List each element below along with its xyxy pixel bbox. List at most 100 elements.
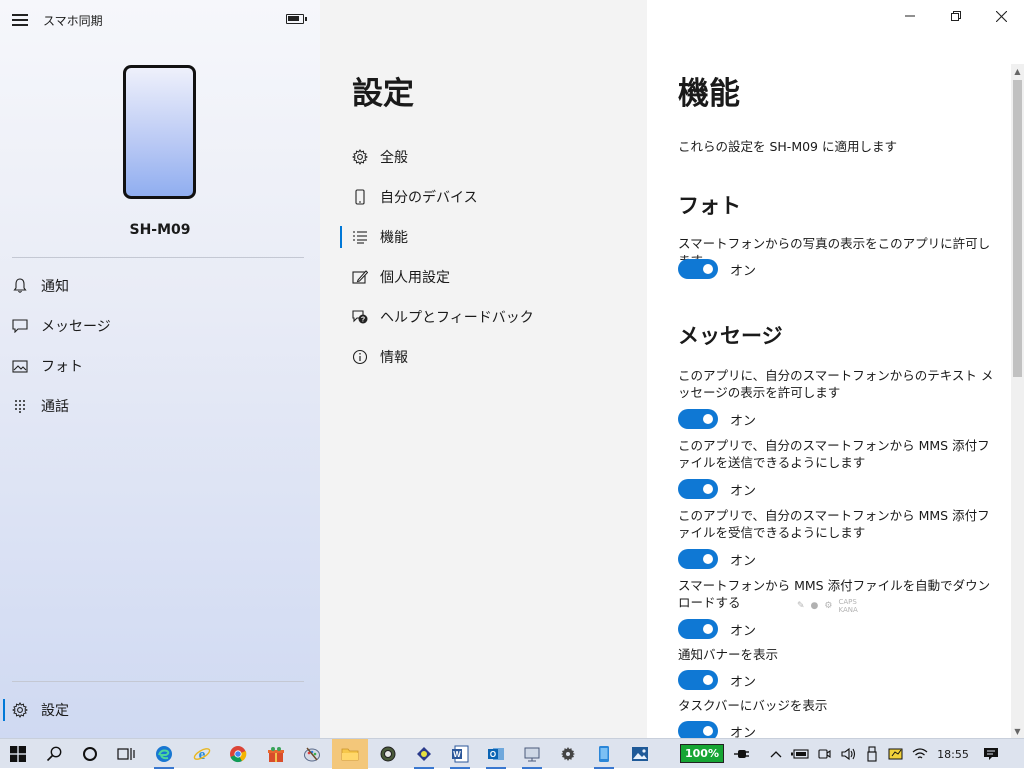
settings-item-label: 機能: [380, 230, 408, 246]
setting-description: タスクバーにバッジを表示: [678, 698, 828, 713]
internet-explorer-icon[interactable]: e: [184, 739, 220, 769]
paint-app-icon[interactable]: [294, 739, 330, 769]
game-app-icon[interactable]: [406, 739, 442, 769]
settings-item-label: 個人用設定: [380, 270, 450, 286]
taskbar-badge-toggle[interactable]: オン: [678, 721, 756, 738]
ime-tool-icon: ⚙: [824, 601, 833, 611]
outlook-icon[interactable]: O: [478, 739, 514, 769]
taskbar: e W O 100% 18:55: [0, 738, 1024, 769]
scroll-thumb[interactable]: [1013, 80, 1022, 377]
ime-toolbar[interactable]: ✎ ● ⚙ CAPS KANA: [797, 596, 931, 616]
info-icon: [351, 348, 369, 366]
features-pane: 機能 これらの設定を SH-M09 に適用します フォト スマートフォンからの写…: [647, 0, 1024, 738]
hamburger-menu-icon[interactable]: [10, 11, 30, 29]
meet-now-icon[interactable]: [812, 739, 836, 769]
notification-banner-toggle[interactable]: オン: [678, 670, 756, 690]
ime-pad-icon: ✎: [797, 601, 805, 611]
photo-toggle[interactable]: オン: [678, 259, 756, 279]
battery-icon[interactable]: [788, 739, 812, 769]
settings-item-my-device[interactable]: 自分のデバイス: [340, 179, 640, 215]
chrome-icon[interactable]: [220, 739, 256, 769]
ime-mode: CAPS KANA: [838, 598, 857, 614]
toggle-switch[interactable]: [678, 479, 718, 499]
nav-item-settings[interactable]: 設定: [0, 691, 320, 729]
setting-description: このアプリに、自分のスマートフォンからのテキスト メッセージの表示を許可します: [678, 368, 994, 400]
taskbar-clock[interactable]: 18:55: [933, 739, 973, 769]
left-pane: スマホ同期 SH-M09 通知 メッセージ フォト 通話 設定: [0, 0, 320, 738]
close-button[interactable]: [978, 0, 1024, 32]
toggle-state: オン: [730, 263, 757, 279]
phone-link-app-icon[interactable]: [586, 739, 622, 769]
vertical-scrollbar[interactable]: ▲ ▼: [1011, 64, 1024, 738]
apply-text: これらの設定を SH-M09 に適用します: [678, 139, 897, 154]
svg-text:?: ?: [361, 317, 365, 324]
settings-item-general[interactable]: 全般: [340, 139, 640, 175]
nav-item-label: 通知: [41, 279, 69, 295]
gear-icon: [351, 148, 369, 166]
scroll-down-arrow-icon[interactable]: ▼: [1011, 724, 1024, 738]
settings-gear-icon[interactable]: [550, 739, 586, 769]
toggle-switch[interactable]: [678, 670, 718, 690]
nav-item-calls[interactable]: 通話: [0, 387, 320, 425]
security-warning-icon[interactable]: [884, 739, 908, 769]
phone-battery-icon: [286, 14, 307, 24]
edge-browser-icon[interactable]: [146, 739, 182, 769]
settings-item-help[interactable]: ? ヘルプとフィードバック: [340, 299, 640, 335]
toggle-switch[interactable]: [678, 549, 718, 569]
chevron-up-icon[interactable]: [766, 739, 786, 769]
action-center-icon[interactable]: [978, 739, 1004, 769]
setting-description: 通知バナーを表示: [678, 647, 779, 662]
settings-pane: 設定 全般 自分のデバイス 機能 個人用設定 ? ヘルプとフィードバック 情報: [320, 0, 647, 738]
word-icon[interactable]: W: [442, 739, 478, 769]
title-bar: スマホ同期: [0, 0, 320, 40]
section-title-photos: フォト: [678, 194, 741, 218]
help-chat-icon: ?: [351, 308, 369, 326]
toggle-state: オン: [730, 413, 757, 429]
photo-icon: [11, 357, 29, 375]
power-plug-icon[interactable]: [728, 739, 756, 769]
search-icon[interactable]: [36, 739, 72, 769]
nav-item-notifications[interactable]: 通知: [0, 267, 320, 305]
divider: [12, 681, 304, 682]
photos-app-icon[interactable]: [622, 739, 658, 769]
toggle-switch[interactable]: [678, 259, 718, 279]
phone-link-window: スマホ同期 SH-M09 通知 メッセージ フォト 通話 設定 設定 全般 自分…: [0, 0, 1024, 738]
mms-auto-download-toggle[interactable]: オン: [678, 619, 756, 639]
settings-item-label: ヘルプとフィードバック: [380, 310, 534, 326]
scroll-up-arrow-icon[interactable]: ▲: [1011, 64, 1024, 78]
toggle-switch[interactable]: [678, 721, 718, 738]
dialpad-icon: [11, 397, 29, 415]
file-explorer-icon[interactable]: [332, 739, 368, 769]
settings-item-personalization[interactable]: 個人用設定: [340, 259, 640, 295]
minimize-button[interactable]: [887, 0, 933, 32]
wifi-icon[interactable]: [908, 739, 932, 769]
restore-button[interactable]: [933, 0, 979, 32]
ime-caps-label: CAPS: [838, 598, 857, 606]
toggle-state: オン: [730, 674, 757, 690]
volume-icon[interactable]: [836, 739, 860, 769]
nav-item-photos[interactable]: フォト: [0, 347, 320, 385]
settings-item-about[interactable]: 情報: [340, 339, 640, 375]
usb-drive-icon[interactable]: [860, 739, 884, 769]
nav-item-messages[interactable]: メッセージ: [0, 307, 320, 345]
setting-description: このアプリで、自分のスマートフォンから MMS 添付ファイルを送信できるようにし…: [678, 438, 990, 470]
camera-app-icon[interactable]: [370, 739, 406, 769]
messages-toggle[interactable]: オン: [678, 409, 756, 429]
setting-description: このアプリで、自分のスマートフォンから MMS 添付ファイルを受信できるようにし…: [678, 508, 990, 540]
mms-receive-toggle[interactable]: オン: [678, 549, 756, 569]
remote-desktop-icon[interactable]: [514, 739, 550, 769]
nav-item-label: フォト: [41, 359, 83, 375]
toggle-switch[interactable]: [678, 409, 718, 429]
settings-item-label: 情報: [380, 350, 408, 366]
settings-item-features[interactable]: 機能: [340, 219, 640, 255]
mms-send-toggle[interactable]: オン: [678, 479, 756, 499]
toggle-switch[interactable]: [678, 619, 718, 639]
nav-item-label: 通話: [41, 399, 69, 415]
task-view-icon[interactable]: [108, 739, 144, 769]
phone-icon: [351, 188, 369, 206]
svg-text:O: O: [490, 750, 496, 759]
start-windows-icon[interactable]: [0, 739, 36, 769]
cortana-icon[interactable]: [72, 739, 108, 769]
gift-app-icon[interactable]: [258, 739, 294, 769]
battery-percent-indicator[interactable]: 100%: [680, 744, 724, 763]
